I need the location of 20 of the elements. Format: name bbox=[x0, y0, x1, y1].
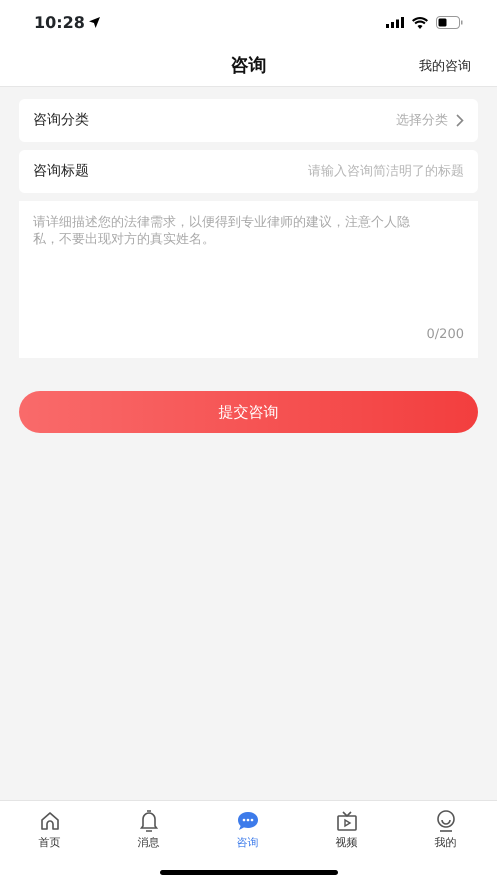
category-label: 咨询分类 bbox=[33, 111, 89, 130]
character-counter: 0/200 bbox=[426, 326, 464, 344]
chat-bubble-icon bbox=[236, 809, 260, 833]
title-label: 咨询标题 bbox=[33, 162, 89, 181]
battery-icon bbox=[436, 16, 463, 29]
tab-item[interactable]: 视频 bbox=[297, 801, 396, 852]
category-value: 选择分类 bbox=[396, 112, 448, 130]
tab-item[interactable]: 咨询 bbox=[198, 801, 297, 852]
tv-icon bbox=[334, 809, 358, 833]
page-title: 咨询 bbox=[230, 54, 266, 78]
wifi-icon bbox=[412, 16, 428, 28]
tab-item[interactable]: 首页 bbox=[0, 801, 99, 852]
category-row[interactable]: 咨询分类 选择分类 bbox=[19, 99, 478, 142]
chevron-right-icon bbox=[456, 114, 464, 127]
location-icon bbox=[88, 17, 100, 28]
my-consultations-link[interactable]: 我的咨询 bbox=[419, 57, 471, 76]
status-time: 10:28 bbox=[34, 12, 85, 34]
tab-item[interactable]: 我的 bbox=[396, 801, 495, 852]
tab-item[interactable]: 消息 bbox=[99, 801, 198, 852]
signal-icon bbox=[386, 17, 404, 28]
